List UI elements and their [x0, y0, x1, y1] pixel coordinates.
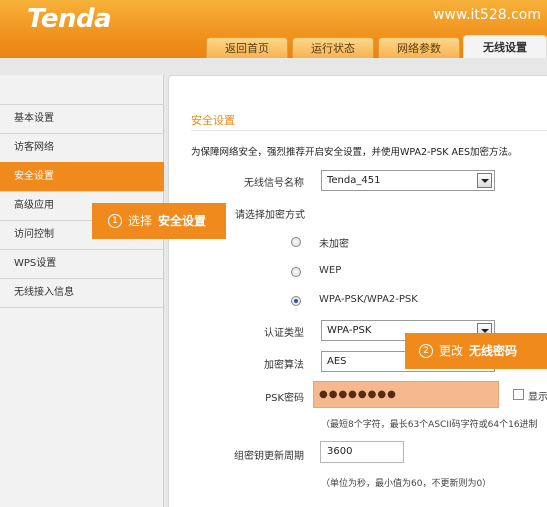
algorithm-label: 加密算法 — [264, 360, 304, 371]
psk-password-highlight: ●●●●●●●● — [313, 381, 499, 408]
callout-text: 更改 — [439, 344, 464, 358]
encryption-prompt: 请选择加密方式 — [235, 210, 305, 221]
callout-text: 选择 — [128, 214, 153, 228]
callout-strong-text: 安全设置 — [158, 214, 207, 228]
show-password-label: 显示 — [528, 392, 547, 403]
tab-status[interactable]: 运行状态 — [292, 37, 374, 59]
sidebar-item-wps[interactable]: WPS设置 — [0, 249, 164, 278]
auth-type-label: 认证类型 — [264, 328, 304, 339]
rekey-label: 组密钥更新周期 — [234, 451, 304, 462]
step-number: 1 — [108, 213, 122, 228]
callout-step-2: 2 更改 无线密码 — [405, 333, 547, 369]
step-number: 2 — [419, 343, 433, 358]
psk-label: PSK密码 — [265, 393, 304, 404]
sidebar-item-client-info[interactable]: 无线接入信息 — [0, 278, 164, 307]
callout-strong-text: 无线密码 — [469, 344, 518, 358]
radio-no-encryption[interactable] — [291, 237, 301, 247]
sidebar-divider — [0, 307, 164, 308]
sidebar-item-guest-network[interactable]: 访客网络 — [0, 133, 164, 162]
watermark-text: www.it528.com — [433, 7, 541, 23]
tab-wireless[interactable]: 无线设置 — [463, 35, 547, 60]
tab-home[interactable]: 返回首页 — [206, 37, 288, 59]
ssid-label: 无线信号名称 — [244, 178, 304, 189]
section-title: 安全设置 — [191, 114, 235, 127]
psk-password-input[interactable]: ●●●●●●●● — [319, 386, 493, 403]
callout-step-1: 1 选择 安全设置 — [92, 203, 226, 239]
sidebar: 基本设置 访客网络 安全设置 高级应用 访问控制 WPS设置 无线接入信息 — [0, 75, 164, 507]
radio-label-no-encryption: 未加密 — [319, 239, 349, 250]
title-divider — [191, 130, 547, 131]
ssid-select[interactable]: Tenda_451 — [321, 170, 495, 191]
psk-hint: （最短8个字符，最长63个ASCII码字符或64个16进制 — [321, 420, 538, 430]
sidebar-item-basic[interactable]: 基本设置 — [0, 104, 164, 133]
show-password-checkbox[interactable] — [513, 389, 524, 400]
ssid-value: Tenda_451 — [327, 175, 381, 186]
tab-network[interactable]: 网络参数 — [378, 37, 460, 59]
rekey-input[interactable]: 3600 — [320, 441, 404, 463]
radio-label-wpa-psk: WPA-PSK/WPA2-PSK — [319, 294, 418, 305]
tenda-logo: Tenda — [27, 4, 112, 34]
intro-text: 为保障网络安全，强烈推荐开启安全设置，并使用WPA2-PSK AES加密方法。 — [191, 147, 518, 158]
algorithm-value: AES — [327, 356, 347, 367]
sidebar-item-security[interactable]: 安全设置 — [0, 162, 164, 191]
auth-type-value: WPA-PSK — [327, 325, 372, 336]
radio-wep[interactable] — [291, 267, 301, 277]
radio-label-wep: WEP — [319, 265, 342, 276]
radio-wpa-psk[interactable] — [291, 296, 301, 306]
rekey-hint: （单位为秒，最小值为60，不更新则为0） — [321, 479, 492, 489]
chevron-down-icon[interactable] — [477, 173, 492, 188]
